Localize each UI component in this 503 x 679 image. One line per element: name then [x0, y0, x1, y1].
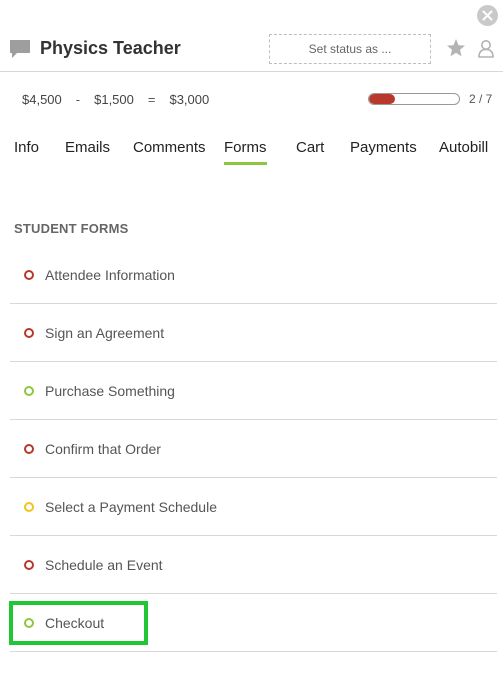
status-dot-icon [24, 617, 34, 628]
status-dot-icon [24, 327, 34, 338]
status-dot-icon [24, 501, 34, 512]
form-item-confirm-order[interactable]: Confirm that Order [10, 420, 497, 478]
form-label: Sign an Agreement [45, 324, 165, 341]
form-label: Confirm that Order [45, 440, 161, 457]
form-item-purchase-something[interactable]: Purchase Something [10, 362, 497, 420]
section-title: STUDENT FORMS [14, 221, 129, 236]
tab-cart[interactable]: Cart [296, 139, 324, 162]
contact-title: Physics Teacher [40, 38, 181, 58]
forms-progress-text: 2 / 7 [469, 92, 493, 106]
form-label: Schedule an Event [45, 556, 163, 573]
form-label: Checkout [45, 614, 105, 631]
equals-sign: = [147, 92, 156, 107]
form-item-checkout[interactable]: Checkout [10, 594, 497, 652]
student-forms-list: Attendee Information Sign an Agreement P… [10, 246, 497, 652]
close-button[interactable] [477, 5, 498, 26]
tab-emails[interactable]: Emails [65, 139, 110, 162]
balance-summary: $4,500- $1,500 = $3,000 [22, 92, 209, 107]
star-icon[interactable] [446, 38, 466, 58]
status-input[interactable]: Set status as ... [269, 34, 431, 64]
minus-sign: - [75, 92, 81, 107]
form-label: Select a Payment Schedule [45, 498, 217, 515]
form-item-sign-agreement[interactable]: Sign an Agreement [10, 304, 497, 362]
paid-amount: $1,500 [94, 92, 134, 107]
forms-progress-fill [369, 94, 395, 104]
status-dot-icon [24, 385, 34, 396]
form-label: Attendee Information [45, 266, 175, 283]
form-item-attendee-information[interactable]: Attendee Information [10, 246, 497, 304]
tab-forms[interactable]: Forms [224, 139, 267, 165]
tab-autobill[interactable]: Autobill [439, 139, 488, 162]
tab-comments[interactable]: Comments [133, 139, 206, 162]
forms-progress-bar [368, 93, 460, 105]
contact-header: Physics Teacher Set status as ... [0, 34, 503, 72]
tab-payments[interactable]: Payments [350, 139, 417, 162]
status-dot-icon [24, 443, 34, 454]
tab-info[interactable]: Info [14, 139, 39, 162]
status-dot-icon [24, 269, 34, 280]
form-item-payment-schedule[interactable]: Select a Payment Schedule [10, 478, 497, 536]
chat-bubble-icon [10, 40, 30, 58]
form-label: Purchase Something [45, 382, 175, 399]
user-icon[interactable] [478, 39, 494, 58]
total-amount: $4,500 [22, 92, 62, 107]
contact-tabs: Info Emails Comments Forms Cart Payments… [0, 139, 503, 165]
form-item-schedule-event[interactable]: Schedule an Event [10, 536, 497, 594]
close-icon [482, 10, 493, 21]
status-dot-icon [24, 559, 34, 570]
balance-amount: $3,000 [169, 92, 210, 107]
